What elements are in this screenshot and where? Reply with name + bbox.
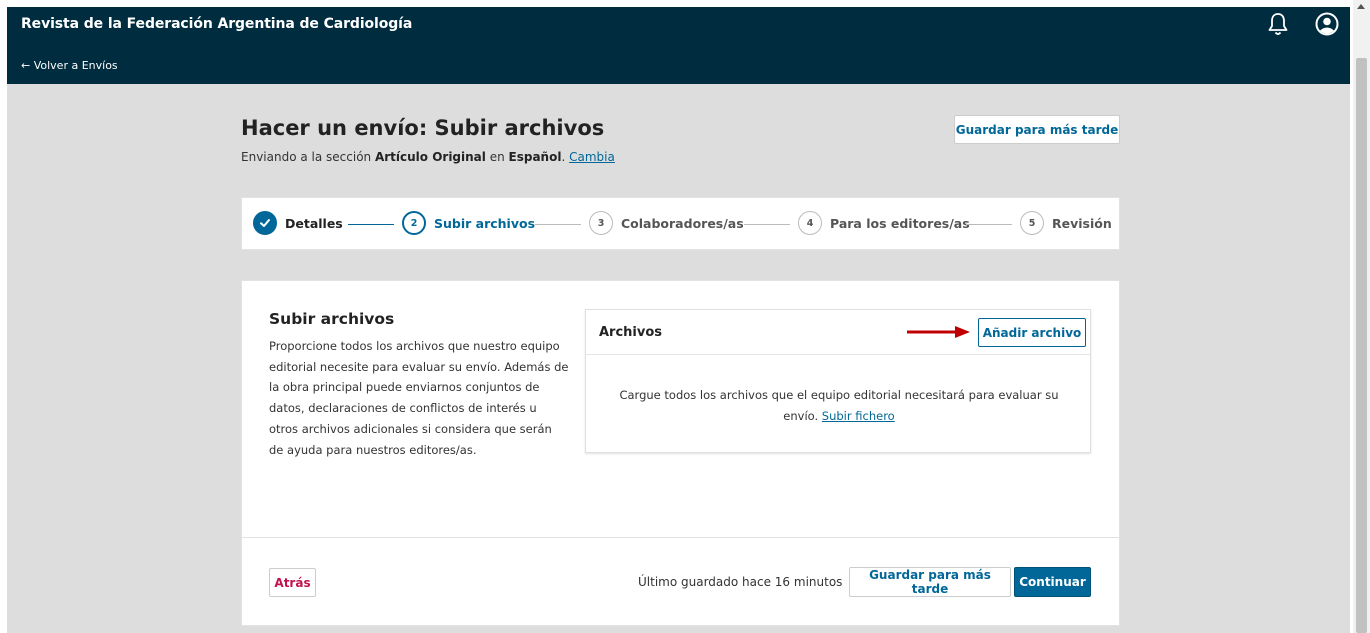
section-prefix-text: Enviando a la sección [241,150,375,164]
step-label: Colaboradores/as [621,215,744,231]
files-card: Archivos Añadir archivo Cargue todos los… [585,309,1091,453]
scroll-thumb[interactable] [1356,58,1367,633]
files-title: Archivos [599,325,663,340]
step-label: Para los editores/as [830,215,970,231]
submission-section-info: Enviando a la sección Artículo Original … [241,150,615,164]
step-number: 5 [1020,211,1044,235]
language-prefix-text: en [485,150,509,164]
upload-file-link[interactable]: Subir fichero [822,409,895,423]
step-number: 4 [798,211,822,235]
top-header: Revista de la Federación Argentina de Ca… [7,7,1350,84]
step-upload-files[interactable]: 2 Subir archivos [402,211,535,235]
step-label: Revisión [1052,215,1112,231]
step-number: 3 [589,211,613,235]
annotation-arrow-icon [907,326,970,338]
change-section-link[interactable]: Cambia [569,150,615,164]
files-empty-message: Cargue todos los archivos que el equipo … [606,385,1072,427]
files-card-header: Archivos Añadir archivo [586,310,1090,355]
page-scrollbar[interactable] [1353,0,1370,633]
site-title[interactable]: Revista de la Federación Argentina de Ca… [21,16,412,32]
step-details[interactable]: Detalles [253,211,343,235]
page-title: Hacer un envío: Subir archivos [241,116,605,140]
checkmark-icon [253,211,277,235]
back-button[interactable]: Atrás [269,568,316,597]
separator-text: . [561,150,570,164]
step-connector [348,224,394,225]
step-connector [535,224,581,225]
step-label: Subir archivos [434,215,536,231]
last-saved-status: Último guardado hace 16 minutos [638,575,843,589]
step-connector [744,224,790,225]
upload-section-description: Proporcione todos los archivos que nuest… [269,339,569,457]
bell-icon[interactable] [1267,12,1289,36]
save-for-later-button-bottom[interactable]: Guardar para más tarde [849,567,1011,597]
add-file-button[interactable]: Añadir archivo [978,318,1086,347]
upload-section-title: Subir archivos [269,310,395,328]
step-connector [966,224,1012,225]
step-contributors[interactable]: 3 Colaboradores/as [589,211,744,235]
section-name: Artículo Original [374,150,486,164]
step-for-editors[interactable]: 4 Para los editores/as [798,211,970,235]
back-to-submissions-link[interactable]: ← Volver a Envíos [21,59,118,72]
scroll-up-arrow-icon[interactable] [1357,4,1365,9]
panel-divider [241,537,1120,538]
step-review[interactable]: 5 Revisión [1020,211,1112,235]
user-circle-icon[interactable] [1315,12,1339,36]
save-for-later-button-top[interactable]: Guardar para más tarde [954,115,1120,144]
step-label: Detalles [285,215,343,231]
continue-button[interactable]: Continuar [1014,567,1091,597]
step-number: 2 [402,211,426,235]
language-name: Español [508,150,562,164]
